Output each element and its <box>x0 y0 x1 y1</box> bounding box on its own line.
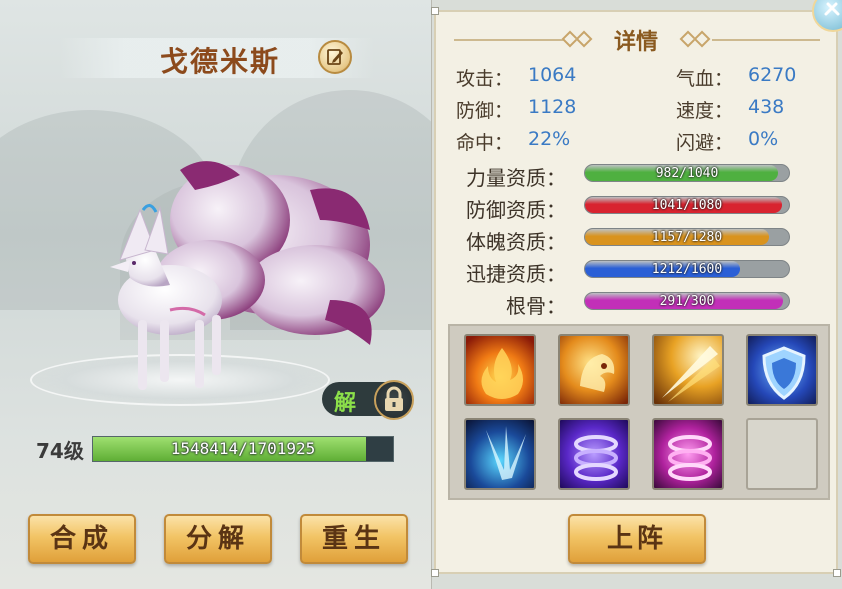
aptitude-label-bone: 根骨： <box>506 294 566 318</box>
purple-vortex-skill-icon[interactable] <box>558 418 630 490</box>
stat-value-speed: 438 <box>748 96 785 118</box>
pet-display-panel: 戈德米斯 解 74级 1548414/1701925 合成 分解 重生 <box>0 0 432 589</box>
deploy-button[interactable]: 上阵 <box>568 514 706 564</box>
decompose-button[interactable]: 分解 <box>164 514 272 564</box>
aptitude-bar-agility: 1212/1600 <box>584 260 790 278</box>
lock-icon[interactable] <box>374 380 414 420</box>
stat-value-defense: 1128 <box>528 96 577 118</box>
synthesize-button[interactable]: 合成 <box>28 514 136 564</box>
details-panel: 详情 攻击： 1064 气血： 6270 防御： 1128 速度： 438 命中… <box>431 7 841 577</box>
pencil-icon <box>327 49 343 65</box>
aptitude-label-agility: 迅捷资质： <box>466 262 566 286</box>
experience-bar: 1548414/1701925 <box>92 436 394 462</box>
aptitude-value: 291/300 <box>659 294 715 309</box>
aptitude-value: 1212/1600 <box>651 262 723 277</box>
aptitude-bar-defense: 1041/1080 <box>584 196 790 214</box>
stat-label-dodge: 闪避： <box>676 132 734 154</box>
aptitude-bar-strength: 982/1040 <box>584 164 790 182</box>
stat-label-hp: 气血： <box>676 68 734 90</box>
magenta-vortex-skill-icon[interactable] <box>652 418 724 490</box>
aptitude-bar-bone: 291/300 <box>584 292 790 310</box>
title-divider <box>712 39 820 41</box>
stat-label-attack: 攻击： <box>456 68 514 90</box>
aptitude-value: 982/1040 <box>655 166 719 181</box>
skills-grid <box>448 324 830 500</box>
stat-label-speed: 速度： <box>676 100 734 122</box>
aptitude-bar-constitution: 1157/1280 <box>584 228 790 246</box>
stat-value-accuracy: 22% <box>528 128 571 150</box>
aptitude-label-constitution: 体魄资质： <box>466 230 566 254</box>
stat-label-defense: 防御： <box>456 100 514 122</box>
stat-value-attack: 1064 <box>528 64 577 86</box>
panel-corner <box>833 569 841 577</box>
close-icon <box>824 2 840 16</box>
pet-level: 74级 <box>36 439 84 463</box>
aptitude-value: 1157/1280 <box>651 230 723 245</box>
pet-name: 戈德米斯 <box>159 45 280 78</box>
aptitude-label-defense: 防御资质： <box>466 198 566 222</box>
panel-corner <box>431 7 439 15</box>
experience-text: 1548414/1701925 <box>170 439 316 458</box>
flame-beast-skill-icon[interactable] <box>558 334 630 406</box>
stat-value-dodge: 0% <box>748 128 779 150</box>
release-label: 解 <box>334 391 357 416</box>
panel-corner <box>431 569 439 577</box>
close-button[interactable] <box>812 0 842 32</box>
rebirth-button[interactable]: 重生 <box>300 514 408 564</box>
golden-strike-skill-icon[interactable] <box>652 334 724 406</box>
release-toggle[interactable]: 解 <box>322 380 414 420</box>
shield-skill-icon[interactable] <box>746 334 818 406</box>
ice-shatter-skill-icon[interactable] <box>464 418 536 490</box>
rename-button[interactable] <box>318 40 352 74</box>
aptitude-label-strength: 力量资质： <box>466 166 566 190</box>
nine-tailed-fox-image <box>110 161 385 390</box>
stat-value-hp: 6270 <box>748 64 797 86</box>
empty-skill-slot[interactable] <box>746 418 818 490</box>
aptitude-value: 1041/1080 <box>651 198 723 213</box>
fire-skill-icon[interactable] <box>464 334 536 406</box>
stat-label-accuracy: 命中： <box>456 132 514 154</box>
